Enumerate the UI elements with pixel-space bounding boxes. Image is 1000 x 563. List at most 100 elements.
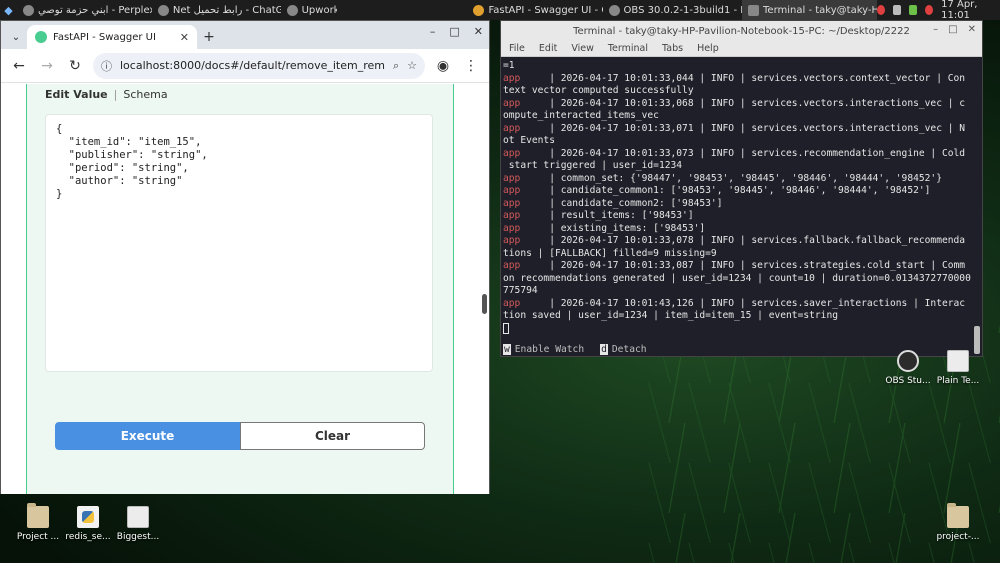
desktop-icon-label: OBS Stu... [885,376,931,386]
taskbar-item-chatgpt[interactable]: Net رابط تحميل - ChatGPT [152,0,281,20]
log-line: app | 2026-04-17 10:01:33,078 | INFO | s… [503,235,966,246]
schema-tab[interactable]: Schema [123,88,167,101]
terminal-icon [748,4,760,16]
request-body-textarea[interactable]: { "item_id": "item_15", "publisher": "st… [45,114,433,372]
log-line: app | 2026-04-17 10:01:33,068 | INFO | s… [503,97,966,109]
desktop-icon-label: Plain Te... [936,376,980,386]
menu-edit[interactable]: Edit [539,43,557,54]
terminal-title: Terminal - taky@taky-HP-Pavilion-Noteboo… [573,25,910,37]
taskbar-item-label: Upwork [301,4,338,16]
swagger-favicon-icon [35,31,47,43]
menu-terminal[interactable]: Terminal [608,43,648,54]
close-tab-icon[interactable]: ✕ [180,31,189,44]
clear-button[interactable]: Clear [240,422,425,450]
menu-file[interactable]: File [509,43,525,54]
desktop-icon-biggest[interactable]: Biggest... [108,506,168,542]
desktop-icon-label: Biggest... [116,532,160,542]
log-line: app | 2026-04-17 10:01:43,126 | INFO | s… [503,297,966,309]
battery-icon[interactable] [909,5,918,15]
site-info-icon[interactable]: ⓘ [101,58,112,74]
taskbar-item-terminal[interactable]: Terminal - taky@taky-HP... [742,0,877,20]
menu-view[interactable]: View [571,43,594,54]
address-bar[interactable]: ⓘ localhost:8000/docs#/default/remove_it… [93,52,425,79]
enable-watch-hint[interactable]: w Enable Watch [503,343,584,355]
prompt-line [503,322,969,336]
page-scrollbar[interactable] [482,294,487,314]
taskbar-item-perplexity[interactable]: ابني حزمة توصي - Perplexity [17,0,152,20]
obs-icon [608,4,620,16]
edit-value-tab[interactable]: Edit Value [45,88,108,101]
zoom-icon[interactable]: ⌕ [393,59,399,73]
log-line: tions | [FALLBACK] filled=9 missing=9 [503,247,717,259]
obs-icon [897,350,919,372]
terminal-output[interactable]: =1 app | 2026-04-17 10:01:33,044 | INFO |… [501,58,971,340]
python-file-icon [77,506,99,528]
new-tab-button[interactable]: + [197,25,221,49]
terminal-cursor [503,322,509,334]
browser-toolbar: ← → ↻ ⓘ localhost:8000/docs#/default/rem… [1,49,489,83]
chatgpt-icon [157,4,169,16]
folder-icon [947,503,969,528]
profile-icon[interactable]: ◉ [433,56,453,76]
detach-hint[interactable]: d Detach [600,343,647,355]
execute-button[interactable]: Execute [55,422,240,450]
log-line: app | result_items: ['98453'] [503,210,694,221]
minimize-icon[interactable]: – [933,24,938,35]
taskbar-item-label: ابني حزمة توصي - Perplexity [37,4,152,16]
browser-tab[interactable]: FastAPI - Swagger UI ✕ [27,25,197,49]
menu-tabs[interactable]: Tabs [662,43,683,54]
tab-strip: ⌄ FastAPI - Swagger UI ✕ + – □ ✕ [1,21,489,49]
swagger-page: Edit Value | Schema { "item_id": "item_1… [1,84,489,494]
log-line: app | 2026-04-17 10:01:33,087 | INFO | s… [503,260,966,271]
clock[interactable]: 17 Apr, 11:01 [941,0,996,21]
close-icon[interactable]: ✕ [474,25,483,38]
desktop-icon-project-right[interactable]: project-... [928,503,988,542]
log-line: app | existing_items: ['98453'] [503,222,706,234]
upwork-icon [286,4,298,16]
menu-help[interactable]: Help [697,43,719,54]
terminal-menubar: File Edit View Terminal Tabs Help [501,41,982,57]
top-panel: ◆ ابني حزمة توصي - Perplexity Net رابط ت… [0,0,1000,21]
log-line: =1 [503,60,515,71]
system-tray: 17 Apr, 11:01 [876,0,1000,21]
desktop-icon-plain-text[interactable]: Plain Te... [928,350,988,386]
bookmark-star-icon[interactable]: ☆ [407,59,417,72]
app-menu-icon[interactable]: ◆ [0,0,17,20]
tab-search-icon[interactable]: ⌄ [5,25,27,49]
log-line: text vector computed successfully [503,85,694,96]
reload-button[interactable]: ↻ [65,56,85,76]
browser-menu-icon[interactable]: ⋮ [461,56,481,76]
back-button[interactable]: ← [9,56,29,76]
operation-block: Edit Value | Schema { "item_id": "item_1… [26,84,454,494]
minimize-icon[interactable]: – [430,25,436,38]
log-line: ompute_interacted_items_vec [503,110,659,121]
log-line: 775794 [503,285,538,296]
folder-icon [27,503,49,528]
taskbar-item-label: OBS 30.0.2-1-3build1 - Pr... [623,4,742,16]
forward-button[interactable]: → [37,56,57,76]
taskbar-item-obs[interactable]: OBS 30.0.2-1-3build1 - Pr... [603,0,742,20]
window-controls: – □ ✕ [430,25,483,38]
terminal-window: Terminal - taky@taky-HP-Pavilion-Noteboo… [500,20,983,357]
log-line: app | candidate_common1: ['98453', '9844… [503,185,931,196]
log-line: app | candidate_common2: ['98453'] [503,197,723,209]
close-icon[interactable]: ✕ [968,24,976,35]
desktop-icon-label: redis_se... [65,532,111,542]
record-icon[interactable] [876,5,885,15]
maximize-icon[interactable]: □ [449,25,459,38]
terminal-window-controls: – □ ✕ [933,24,976,35]
terminal-titlebar[interactable]: Terminal - taky@taky-HP-Pavilion-Noteboo… [501,21,982,41]
browser-window: ⌄ FastAPI - Swagger UI ✕ + – □ ✕ ← → ↻ ⓘ… [0,20,490,494]
tab-title: FastAPI - Swagger UI [53,31,156,43]
taskbar-item-label: Net رابط تحميل - ChatGPT [172,4,281,16]
log-line: on recommendations generated | user_id=1… [503,272,971,284]
log-line: app | common_set: {'98447', '98453', '98… [503,172,942,184]
desktop-icon-label: Project ... [16,532,60,542]
log-line: tion saved | user_id=1234 | item_id=item… [503,310,839,321]
taskbar-item-upwork[interactable]: Upwork [281,0,338,20]
taskbar-item-swagger[interactable]: FastAPI - Swagger UI - G... [467,0,603,20]
network-icon[interactable] [893,5,902,15]
maximize-icon[interactable]: □ [948,24,957,35]
perplexity-icon [22,4,34,16]
volume-muted-icon[interactable] [925,5,934,15]
